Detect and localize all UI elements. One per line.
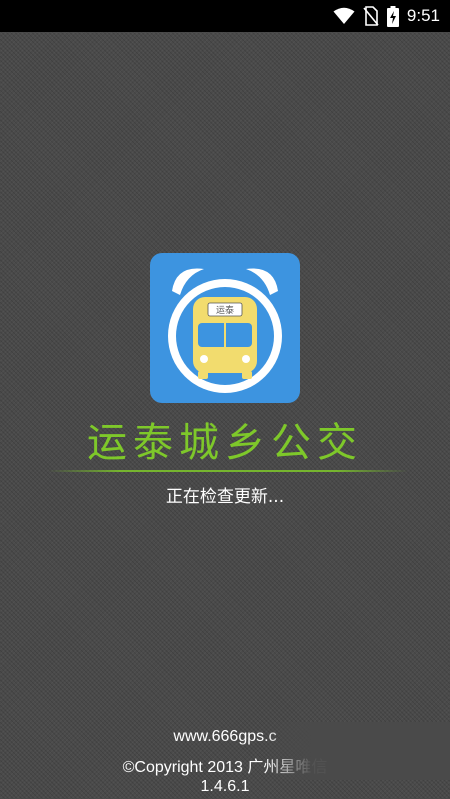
no-sim-icon — [363, 6, 379, 26]
status-icons: 9:51 — [333, 0, 440, 32]
wifi-icon — [333, 7, 355, 24]
watermark-fade — [265, 722, 450, 780]
icon-badge-text: 运泰 — [216, 304, 234, 316]
splash-screen: 9:51 运泰 运泰城乡公交 正在检查更新... www.666gps.c ©C… — [0, 0, 450, 799]
battery-charging-icon — [386, 5, 399, 27]
app-title: 运泰城乡公交 — [87, 420, 363, 466]
update-check-message: 正在检查更新... — [165, 487, 285, 507]
status-bar: 9:51 — [0, 0, 450, 32]
app-logo-icon: 运泰 — [150, 253, 300, 403]
footer-version: 1.4.6.1 — [200, 778, 250, 795]
status-time: 9:51 — [406, 6, 440, 25]
title-divider — [48, 470, 408, 472]
